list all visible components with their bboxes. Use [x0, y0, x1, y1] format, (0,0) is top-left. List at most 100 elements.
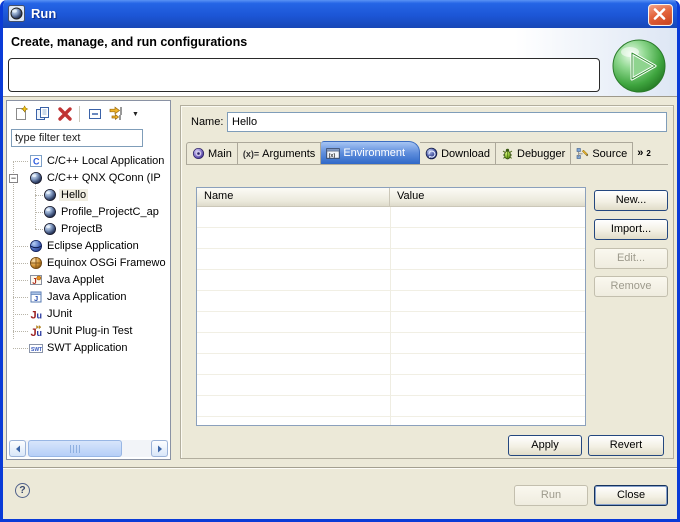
table-row [197, 291, 585, 312]
tree-item-qnx-qconn[interactable]: − C/C++ QNX QConn (IP [7, 170, 170, 187]
java-application-icon: J [29, 290, 43, 304]
dialog-content: ▼ C C/C++ Local Application − [3, 97, 677, 519]
window-title: Run [31, 6, 56, 21]
run-button[interactable]: Run [514, 485, 588, 506]
tree-item-projectb[interactable]: ProjectB [7, 221, 170, 238]
table-body[interactable] [197, 207, 585, 425]
qnx-sphere-icon [43, 205, 57, 219]
tab-arguments[interactable]: (x)= Arguments [238, 142, 321, 164]
delete-configuration-button[interactable] [56, 105, 74, 123]
tab-debugger[interactable]: Debugger [496, 142, 571, 164]
equinox-sphere-icon [29, 256, 43, 270]
table-row [197, 207, 585, 228]
close-icon [653, 8, 666, 20]
titlebar[interactable]: Run [0, 0, 680, 28]
column-header-name[interactable]: Name [197, 188, 390, 206]
tab-main[interactable]: Main [186, 142, 238, 164]
svg-text:SWT: SWT [31, 347, 42, 353]
junit-icon: J u [29, 307, 43, 321]
tab-source[interactable]: Source [571, 142, 633, 164]
column-divider [390, 207, 391, 425]
qnx-sphere-icon [43, 188, 57, 202]
filter-button[interactable] [108, 105, 126, 123]
table-row [197, 249, 585, 270]
collapse-expander[interactable]: − [9, 174, 18, 183]
tree-item-eclipse-application[interactable]: Eclipse Application [7, 238, 170, 255]
table-row [197, 312, 585, 333]
configurations-tree[interactable]: C C/C++ Local Application − C/C++ QNX QC… [7, 153, 170, 439]
new-configuration-button[interactable] [12, 105, 30, 123]
column-header-value[interactable]: Value [390, 188, 424, 206]
tree-item-java-applet[interactable]: J Java Applet [7, 272, 170, 289]
tab-overflow-chevron[interactable]: »2 [633, 142, 655, 164]
table-row [197, 270, 585, 291]
environment-variables-table[interactable]: Name Value [196, 187, 586, 426]
svg-text:J: J [32, 277, 36, 286]
filter-menu-caret-icon[interactable]: ▼ [132, 111, 139, 118]
scroll-left-button[interactable] [9, 440, 26, 457]
edit-button[interactable]: Edit... [594, 248, 668, 269]
filter-input[interactable] [11, 129, 143, 147]
table-row [197, 396, 585, 417]
debugger-tab-icon [501, 147, 514, 160]
table-row [197, 333, 585, 354]
tree-item-java-application[interactable]: J Java Application [7, 289, 170, 306]
scroll-right-icon [156, 445, 164, 453]
svg-text:C: C [33, 157, 40, 167]
collapse-all-button[interactable] [86, 105, 104, 123]
tab-download[interactable]: Download [420, 142, 496, 164]
tree-horizontal-scrollbar[interactable] [9, 440, 168, 457]
arguments-tab-icon: (x)= [243, 149, 259, 159]
table-row [197, 417, 585, 425]
thumb-grip [70, 445, 81, 453]
swt-application-icon: SWT [29, 341, 43, 355]
tree-item-junit-plugin-test[interactable]: J u JUnit Plug-in Test [7, 323, 170, 340]
scroll-right-button[interactable] [151, 440, 168, 457]
name-input[interactable] [227, 112, 667, 132]
svg-text:u: u [37, 311, 43, 321]
eclipse-sphere-icon [29, 239, 43, 253]
tree-item-cpp-local[interactable]: C C/C++ Local Application [7, 153, 170, 170]
message-area [8, 58, 600, 92]
svg-text:u: u [37, 328, 43, 338]
scrollbar-thumb[interactable] [28, 440, 122, 457]
tab-strip: Main (x)= Arguments (x) Environment [186, 141, 668, 165]
junit-plugin-icon: J u [29, 324, 43, 338]
revert-button[interactable]: Revert [588, 435, 664, 456]
configurations-panel: ▼ C C/C++ Local Application − [6, 100, 171, 460]
tree-item-equinox-osgi[interactable]: Equinox OSGi Framewo [7, 255, 170, 272]
svg-text:(x): (x) [329, 152, 336, 158]
help-button[interactable]: ? [15, 483, 30, 498]
download-tab-icon [425, 147, 438, 160]
close-button[interactable]: Close [594, 485, 668, 506]
toolbar-separator [79, 106, 80, 122]
tree-item-junit[interactable]: J u JUnit [7, 306, 170, 323]
qnx-sphere-icon [29, 171, 43, 185]
run-dialog-icon [8, 5, 25, 22]
java-applet-icon: J [29, 273, 43, 287]
environment-tab-icon: (x) [326, 147, 340, 160]
tree-item-swt-application[interactable]: SWT SWT Application [7, 340, 170, 357]
tree-item-hello[interactable]: Hello [7, 187, 170, 204]
banner-heading: Create, manage, and run configurations [11, 35, 247, 49]
tree-item-profile-projectc[interactable]: Profile_ProjectC_ap [7, 204, 170, 221]
tab-environment[interactable]: (x) Environment [321, 141, 420, 164]
table-row [197, 375, 585, 396]
remove-button[interactable]: Remove [594, 276, 668, 297]
scroll-left-icon [14, 445, 22, 453]
qnx-sphere-icon [43, 222, 57, 236]
c-local-app-icon: C [29, 154, 43, 168]
table-row [197, 228, 585, 249]
run-wizard-icon [610, 38, 668, 96]
name-label: Name: [191, 116, 223, 128]
new-button[interactable]: New... [594, 190, 668, 211]
close-window-button[interactable] [648, 4, 673, 26]
table-row [197, 354, 585, 375]
footer-separator [3, 467, 677, 469]
svg-text:J: J [34, 294, 38, 303]
banner: Create, manage, and run configurations [3, 28, 677, 97]
duplicate-configuration-button[interactable] [34, 105, 52, 123]
import-button[interactable]: Import... [594, 219, 668, 240]
apply-button[interactable]: Apply [508, 435, 582, 456]
source-tab-icon [576, 147, 589, 160]
